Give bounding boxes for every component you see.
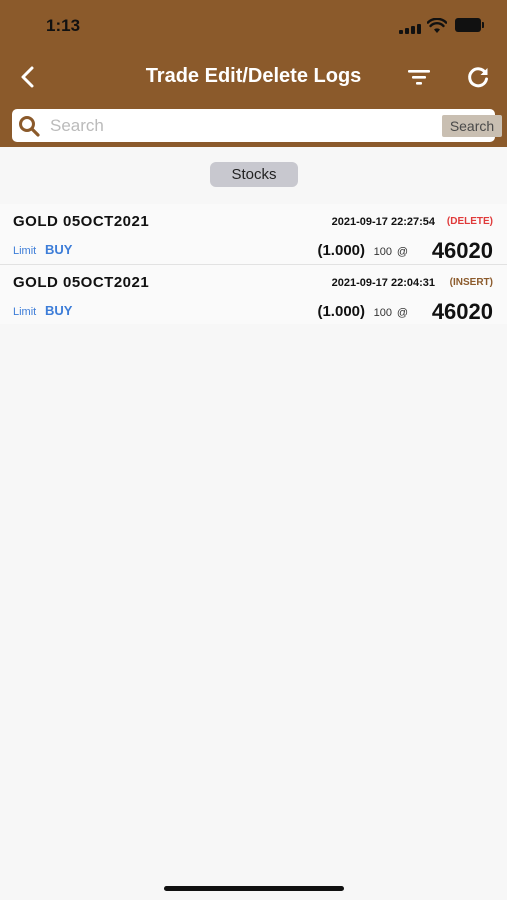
search-button[interactable]: Search <box>442 115 502 137</box>
log-quantity: (1.000) <box>317 303 365 320</box>
log-order-type: Limit <box>13 245 37 257</box>
home-indicator <box>164 886 344 891</box>
segment-stocks[interactable]: Stocks <box>210 162 298 187</box>
filter-icon[interactable] <box>405 65 433 89</box>
list-item[interactable]: GOLD 05OCT2021 2021-09-17 22:04:31 (INSE… <box>0 264 507 324</box>
trade-log-list: GOLD 05OCT2021 2021-09-17 22:27:54 (DELE… <box>0 204 507 324</box>
log-symbol: GOLD 05OCT2021 <box>13 274 150 291</box>
nav-bar: Trade Edit/Delete Logs <box>0 55 507 100</box>
log-at-symbol: @ <box>396 246 408 258</box>
list-item[interactable]: GOLD 05OCT2021 2021-09-17 22:27:54 (DELE… <box>0 204 507 264</box>
battery-icon <box>455 18 485 32</box>
log-at-symbol: @ <box>396 307 408 319</box>
refresh-icon[interactable] <box>465 64 491 90</box>
log-quantity: (1.000) <box>317 242 365 259</box>
search-icon <box>19 116 40 137</box>
wifi-icon <box>427 18 447 33</box>
log-price: 46020 <box>431 238 493 263</box>
log-lot-size: 100 <box>373 307 392 319</box>
log-side: BUY <box>45 242 73 257</box>
log-side: BUY <box>45 303 73 318</box>
search-input[interactable] <box>50 113 430 138</box>
status-time: 1:13 <box>46 16 81 35</box>
log-timestamp: 2021-09-17 22:27:54 <box>331 216 435 228</box>
log-order-type: Limit <box>13 306 37 318</box>
log-price: 46020 <box>431 299 493 324</box>
search-bar: Search <box>12 109 502 142</box>
status-bar: 1:13 <box>0 0 507 50</box>
log-timestamp: 2021-09-17 22:04:31 <box>331 277 435 289</box>
log-action-badge: (INSERT) <box>449 277 493 288</box>
log-lot-size: 100 <box>373 246 392 258</box>
log-symbol: GOLD 05OCT2021 <box>13 213 150 230</box>
log-action-badge: (DELETE) <box>446 216 493 227</box>
app-header: 1:13 Trade Edit/Delete Logs Search Searc… <box>0 0 507 147</box>
cellular-signal-icon <box>399 24 421 34</box>
